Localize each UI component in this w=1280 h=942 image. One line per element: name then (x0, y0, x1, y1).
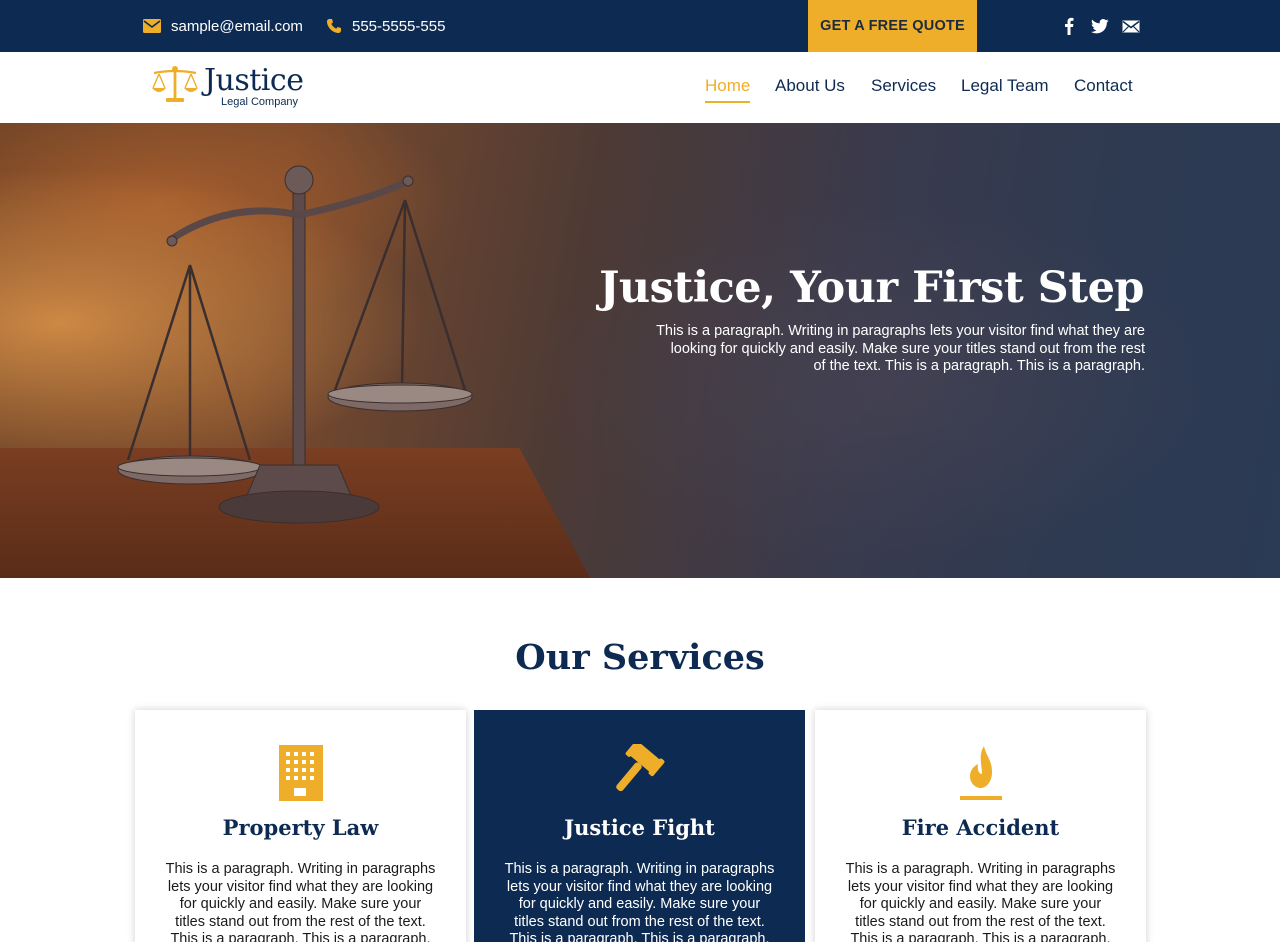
get-quote-button[interactable]: GET A FREE QUOTE (808, 0, 977, 52)
scales-of-justice-image (110, 145, 490, 530)
service-card-justice-fight[interactable]: Justice Fight This is a paragraph. Writi… (474, 710, 805, 942)
building-icon (135, 744, 466, 802)
service-text-justice-fight: This is a paragraph. Writing in paragrap… (504, 861, 775, 942)
phone-contact[interactable]: 555-5555-555 (326, 0, 445, 52)
gavel-icon (474, 744, 805, 802)
mail-icon[interactable] (1122, 0, 1140, 52)
service-card-fire-accident[interactable]: Fire Accident This is a paragraph. Writi… (815, 710, 1146, 942)
hero-title: Justice, Your First Step (599, 263, 1144, 313)
service-text-property-law: This is a paragraph. Writing in paragrap… (165, 861, 436, 942)
service-title-fire-accident: Fire Accident (901, 815, 1060, 840)
logo[interactable]: Justice Legal Company (151, 63, 321, 112)
nav-contact[interactable]: Contact (1074, 76, 1133, 96)
service-text-fire-accident: This is a paragraph. Writing in paragrap… (845, 861, 1116, 942)
main-navbar: Justice Legal Company Home About Us Serv… (0, 52, 1280, 123)
phone-icon (326, 18, 342, 34)
logo-tagline: Legal Company (221, 96, 299, 108)
facebook-icon[interactable] (1064, 0, 1074, 52)
nav-services[interactable]: Services (871, 76, 936, 96)
nav-about-us[interactable]: About Us (775, 76, 845, 96)
email-contact[interactable]: sample@email.com (143, 0, 303, 52)
hero-paragraph: This is a paragraph. Writing in paragrap… (656, 323, 1145, 374)
service-title-justice-fight: Justice Fight (564, 815, 715, 840)
flame-icon (815, 744, 1146, 802)
top-bar: sample@email.com 555-5555-555 GET A FREE… (0, 0, 1280, 52)
logo-name: Justice (204, 63, 304, 98)
hero-banner: Justice, Your First Step This is a parag… (0, 123, 1280, 578)
service-title-property-law: Property Law (222, 815, 379, 840)
phone-text[interactable]: 555-5555-555 (352, 18, 445, 35)
services-section-title: Our Services (515, 637, 765, 678)
email-text[interactable]: sample@email.com (171, 18, 303, 35)
nav-legal-team[interactable]: Legal Team (961, 76, 1049, 96)
twitter-icon[interactable] (1091, 0, 1109, 52)
scales-logo-icon (151, 66, 201, 109)
nav-home[interactable]: Home (705, 76, 751, 103)
envelope-icon (143, 19, 161, 33)
service-card-property-law[interactable]: Property Law This is a paragraph. Writin… (135, 710, 466, 942)
